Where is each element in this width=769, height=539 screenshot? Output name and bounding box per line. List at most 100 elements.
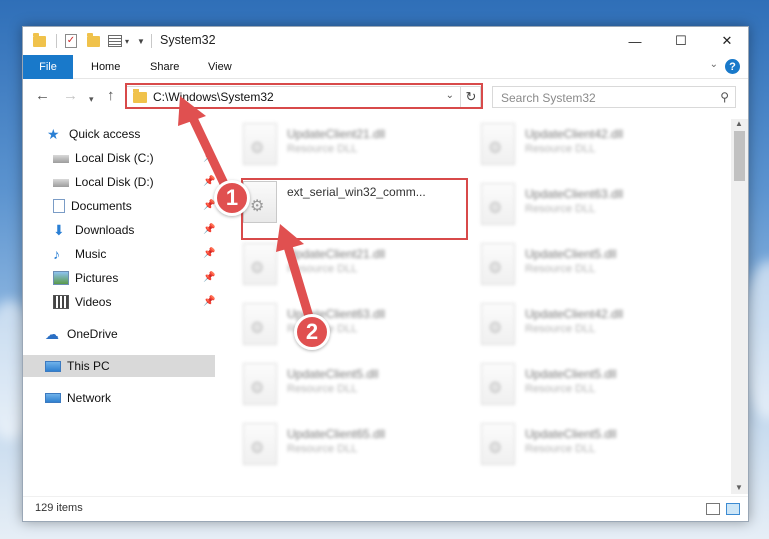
- file-type: Resource DLL: [525, 323, 596, 335]
- file-name: UpdateClient21.dll: [287, 247, 386, 261]
- list-item[interactable]: UpdateClient42.dll Resource DLL: [481, 121, 711, 169]
- sidebar-item-local-disk-d[interactable]: Local Disk (D:) 📌: [23, 171, 215, 193]
- music-icon: ♪: [53, 246, 60, 262]
- sidebar-item-network[interactable]: Network: [23, 387, 215, 409]
- details-view-icon[interactable]: [706, 503, 720, 515]
- scroll-down-icon[interactable]: ▼: [735, 483, 743, 492]
- search-input[interactable]: Search System32: [501, 91, 596, 105]
- pin-icon[interactable]: 📌: [203, 176, 215, 187]
- search-box[interactable]: Search System32 ⚲: [492, 86, 736, 108]
- file-name: UpdateClient5.dll: [287, 367, 379, 381]
- step-badge-1: 1: [214, 180, 250, 216]
- videos-icon: [53, 295, 69, 309]
- help-icon[interactable]: ?: [725, 59, 740, 74]
- tab-file[interactable]: File: [23, 55, 73, 79]
- scroll-up-icon[interactable]: ▲: [735, 119, 743, 128]
- sidebar-item-quick-access[interactable]: ★ Quick access: [23, 123, 215, 145]
- properties-icon[interactable]: [108, 35, 122, 47]
- file-name: UpdateClient5.dll: [525, 367, 617, 381]
- list-item[interactable]: UpdateClient5.dll Resource DLL: [481, 421, 711, 469]
- tab-share[interactable]: Share: [150, 55, 179, 79]
- tiles-view-icon[interactable]: [726, 503, 740, 515]
- tab-view[interactable]: View: [208, 55, 232, 79]
- customize-toolbar-icon[interactable]: ▼: [137, 37, 145, 46]
- dll-file-icon: [481, 363, 515, 405]
- file-name: UpdateClient42.dll: [525, 307, 624, 321]
- list-item[interactable]: UpdateClient63.dll Resource DLL: [243, 301, 473, 349]
- list-item[interactable]: UpdateClient63.dll Resource DLL: [481, 181, 711, 229]
- minimize-button[interactable]: —: [612, 27, 658, 55]
- sidebar-item-music[interactable]: ♪ Music 📌: [23, 243, 215, 265]
- quick-access-toolbar: ✓ ▾ ▼: [33, 32, 152, 49]
- sidebar-item-videos[interactable]: Videos 📌: [23, 291, 215, 313]
- view-switcher: [706, 503, 740, 515]
- download-icon: ⬇: [53, 222, 65, 238]
- sidebar-item-downloads[interactable]: ⬇ Downloads 📌: [23, 219, 215, 241]
- file-name: UpdateClient5.dll: [525, 427, 617, 441]
- recent-locations-icon[interactable]: ▾: [89, 91, 94, 107]
- documents-icon: [53, 199, 65, 213]
- vertical-scrollbar[interactable]: ▲ ▼: [731, 119, 748, 494]
- dll-file-icon: [243, 123, 277, 165]
- properties-check-icon[interactable]: ✓: [65, 34, 77, 48]
- ribbon: File Home Share View ⌄ ?: [23, 55, 748, 79]
- file-name: UpdateClient42.dll: [525, 127, 624, 141]
- sidebar-item-label: Music: [75, 247, 107, 261]
- file-name: UpdateClient65.dll: [287, 427, 386, 441]
- list-item[interactable]: UpdateClient21.dll Resource DLL: [243, 241, 473, 289]
- status-bar: 129 items: [23, 496, 748, 521]
- address-highlight-box: [125, 83, 483, 109]
- sidebar-item-label: Downloads: [75, 223, 135, 237]
- folder-icon[interactable]: [33, 32, 46, 47]
- sidebar-item-local-disk-c[interactable]: Local Disk (C:) 📌: [23, 147, 215, 169]
- file-type: Resource DLL: [287, 263, 358, 275]
- list-item[interactable]: UpdateClient21.dll Resource DLL: [243, 121, 473, 169]
- chevron-down-icon[interactable]: ▾: [125, 37, 129, 46]
- sidebar-item-label: Quick access: [69, 127, 141, 141]
- sidebar-item-this-pc[interactable]: This PC: [23, 355, 215, 377]
- pin-icon[interactable]: 📌: [203, 296, 215, 307]
- file-type: Resource DLL: [287, 143, 358, 155]
- title-bar: ✓ ▾ ▼ System32 — ☐ ✕: [23, 27, 748, 55]
- list-item[interactable]: UpdateClient42.dll Resource DLL: [481, 301, 711, 349]
- sidebar-item-onedrive[interactable]: ☁ OneDrive: [23, 323, 215, 345]
- scrollbar-thumb[interactable]: [734, 131, 745, 181]
- sidebar-item-documents[interactable]: Documents 📌: [23, 195, 215, 217]
- close-button[interactable]: ✕: [704, 27, 750, 55]
- file-list: UpdateClient21.dll Resource DLL UpdateCl…: [235, 119, 731, 494]
- list-item[interactable]: UpdateClient65.dll Resource DLL: [243, 421, 473, 469]
- dll-file-icon: [481, 423, 515, 465]
- dll-file-icon: [243, 243, 277, 285]
- tab-home[interactable]: Home: [91, 55, 120, 79]
- toolbar-divider: [56, 34, 57, 48]
- network-icon: [45, 393, 61, 403]
- window-title: System32: [160, 33, 216, 47]
- pin-icon[interactable]: 📌: [203, 272, 215, 283]
- step-badge-2: 2: [294, 314, 330, 350]
- search-icon[interactable]: ⚲: [720, 90, 729, 104]
- item-count: 129 items: [35, 502, 83, 514]
- new-folder-icon[interactable]: [87, 32, 100, 47]
- sidebar-item-label: OneDrive: [67, 327, 118, 341]
- expand-ribbon-icon[interactable]: ⌄: [710, 59, 718, 70]
- star-icon: ★: [47, 126, 60, 142]
- file-name: UpdateClient21.dll: [287, 127, 386, 141]
- up-arrow-icon[interactable]: ↑: [107, 88, 115, 104]
- pin-icon[interactable]: 📌: [203, 152, 215, 163]
- list-item[interactable]: UpdateClient5.dll Resource DLL: [243, 361, 473, 409]
- pin-icon[interactable]: 📌: [203, 224, 215, 235]
- forward-arrow-icon[interactable]: →: [63, 88, 78, 104]
- file-type: Resource DLL: [287, 443, 358, 455]
- sidebar-item-label: Videos: [75, 295, 112, 309]
- maximize-button[interactable]: ☐: [658, 27, 704, 55]
- file-type: Resource DLL: [525, 443, 596, 455]
- list-item[interactable]: UpdateClient5.dll Resource DLL: [481, 361, 711, 409]
- sidebar-item-label: Pictures: [75, 271, 119, 285]
- list-item[interactable]: UpdateClient5.dll Resource DLL: [481, 241, 711, 289]
- back-arrow-icon[interactable]: ←: [35, 88, 50, 104]
- sidebar-item-pictures[interactable]: Pictures 📌: [23, 267, 215, 289]
- dll-file-icon: [481, 183, 515, 225]
- pin-icon[interactable]: 📌: [203, 248, 215, 259]
- cloud-icon: ☁: [45, 326, 59, 342]
- dll-file-icon: [243, 303, 277, 345]
